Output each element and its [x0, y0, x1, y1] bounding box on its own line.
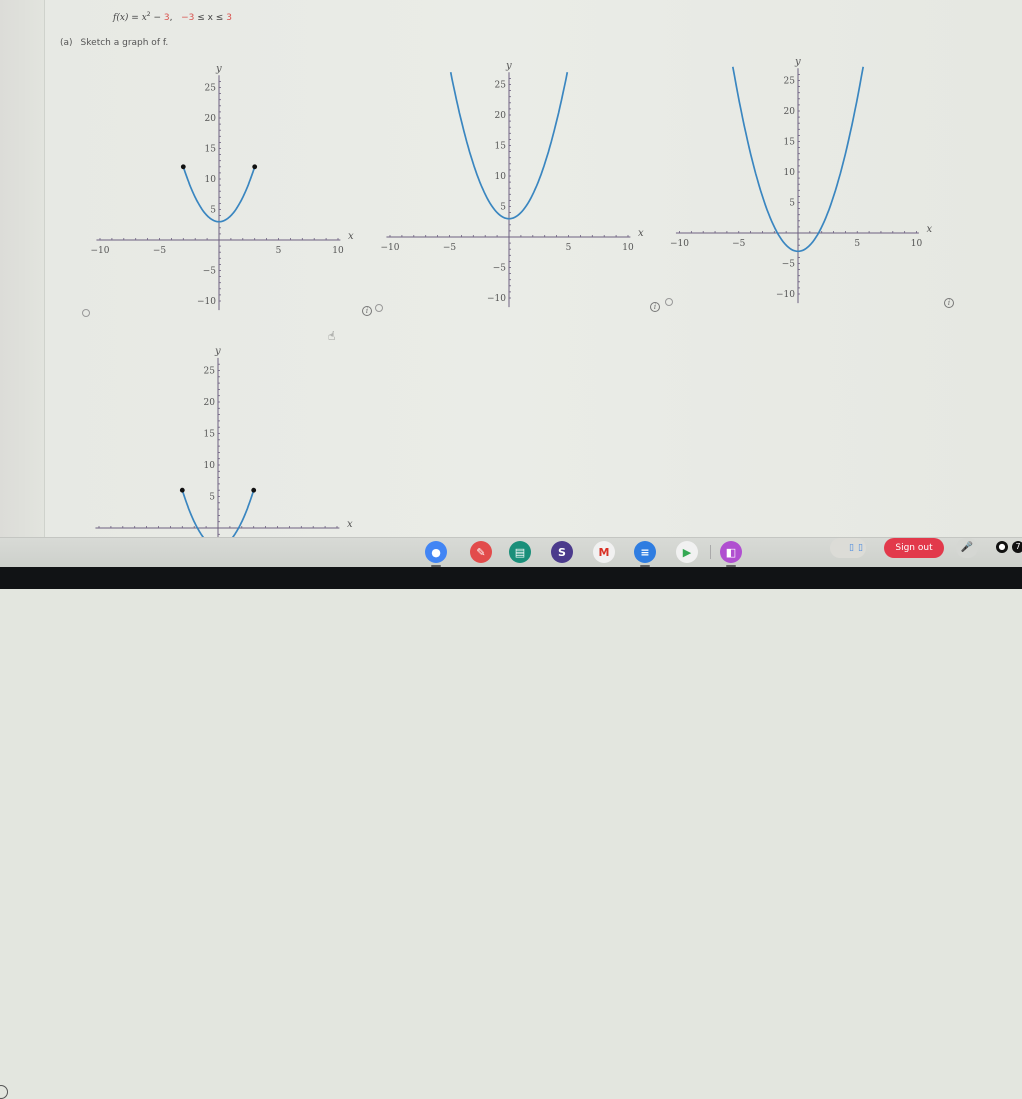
- launcher-button[interactable]: [0, 1085, 8, 1099]
- y-tick-label: 15: [204, 430, 216, 440]
- y-axis-label: y: [214, 346, 221, 357]
- play-store-icon[interactable]: ▶: [676, 541, 698, 563]
- docs-icon[interactable]: ≡: [634, 541, 656, 567]
- screen-bezel: [0, 567, 1022, 589]
- sign-out-button[interactable]: Sign out: [884, 538, 944, 558]
- endpoint-dot: [179, 487, 185, 493]
- notification-badge[interactable]: 7: [1012, 541, 1022, 553]
- chrome-icon[interactable]: ●: [425, 541, 447, 567]
- y-tick-label: 25: [204, 367, 216, 377]
- jamboard-icon[interactable]: ◧: [720, 541, 742, 567]
- gmail-icon[interactable]: M: [593, 541, 615, 563]
- assignment-page: f(x) = x2 − 3, −3 ≤ x ≤ 3 (a) Sketch a gr…: [0, 0, 1022, 537]
- shelf-separator: [710, 545, 711, 559]
- y-tick-label: 5: [209, 493, 215, 503]
- graph-option-4[interactable]: 5 10 15 20 25 x y: [0, 0, 1022, 537]
- hand-cursor-icon: ☝: [328, 329, 336, 343]
- y-tick-label: 10: [204, 461, 216, 471]
- y-tick-label: 20: [204, 398, 216, 408]
- x-axis-label: x: [347, 519, 353, 530]
- status-icon[interactable]: ●: [996, 541, 1008, 553]
- tray-window-icon[interactable]: ▯: [858, 543, 863, 553]
- tray-window-icon[interactable]: ▯: [849, 543, 854, 553]
- classroom-icon[interactable]: ▤: [509, 541, 531, 563]
- mic-icon[interactable]: 🎤: [956, 538, 978, 558]
- palette-icon[interactable]: ✎: [470, 541, 492, 563]
- sora-icon[interactable]: S: [551, 541, 573, 563]
- endpoint-dot: [251, 487, 257, 493]
